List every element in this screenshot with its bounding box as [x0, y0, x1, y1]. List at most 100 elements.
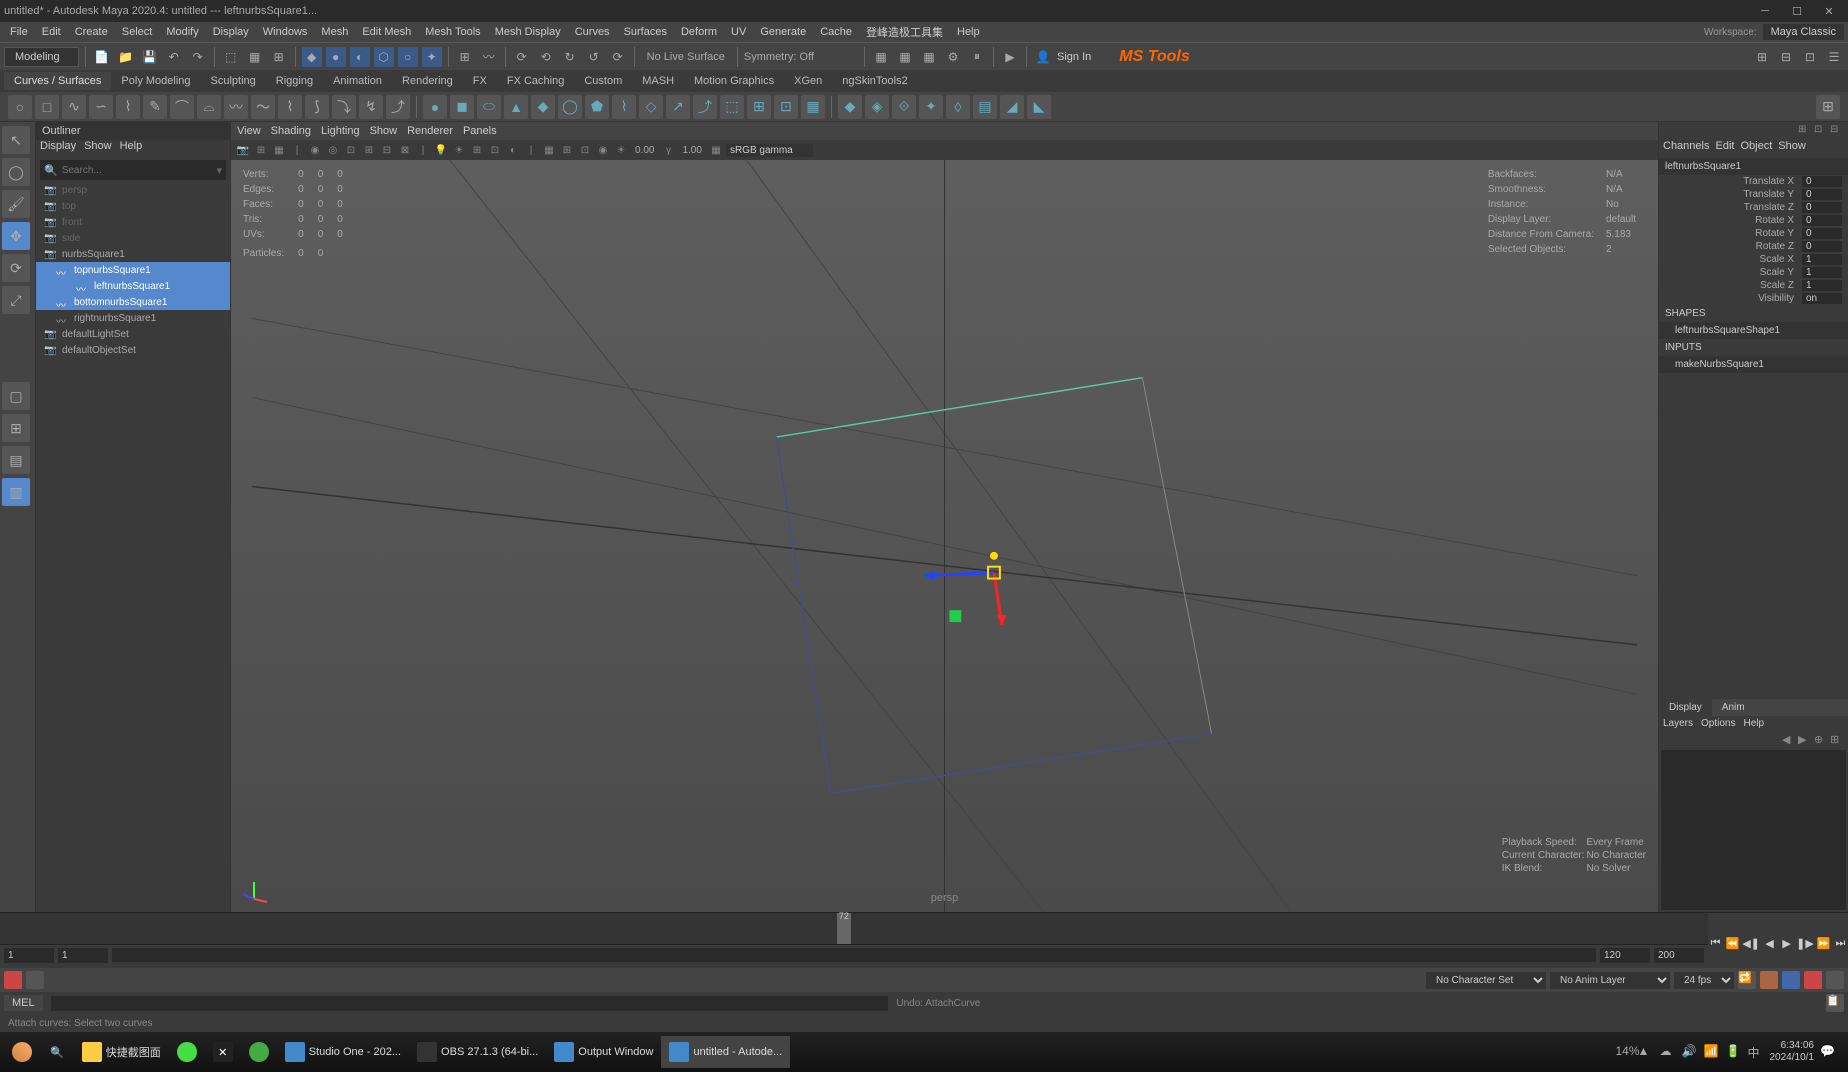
shelf-tab[interactable]: FX	[463, 72, 497, 90]
attribute-label[interactable]: Rotate Z	[1665, 241, 1802, 252]
menu-file[interactable]: File	[4, 24, 34, 40]
attribute-label[interactable]: Scale Y	[1665, 267, 1802, 278]
attribute-value[interactable]: 0	[1802, 228, 1842, 239]
attribute-value[interactable]: on	[1802, 293, 1842, 304]
range-end-input[interactable]	[1600, 948, 1650, 963]
layout-outliner-icon[interactable]: ▥	[2, 478, 30, 506]
vp-tool-icon[interactable]: ⊟	[379, 142, 395, 158]
symmetry-toggle[interactable]: Symmetry: Off	[744, 51, 814, 63]
vp-tool-icon[interactable]: ▦	[541, 142, 557, 158]
vp-tool-icon[interactable]: ⊞	[361, 142, 377, 158]
vp-tool-icon[interactable]: ⊞	[469, 142, 485, 158]
attribute-value[interactable]: 0	[1802, 176, 1842, 187]
vp-tool-icon[interactable]: |	[289, 142, 305, 158]
layer-list[interactable]	[1661, 750, 1846, 910]
menu-windows[interactable]: Windows	[257, 24, 314, 40]
shelf-tab[interactable]: FX Caching	[497, 72, 574, 90]
surface-icon[interactable]: ▦	[801, 95, 825, 119]
sound-icon[interactable]	[1760, 971, 1778, 989]
taskbar-item[interactable]: 快捷截图面	[74, 1036, 169, 1068]
attribute-label[interactable]: Rotate Y	[1665, 228, 1802, 239]
clock[interactable]: 6:34:06 2024/10/1	[1770, 1040, 1815, 1064]
channel-menu-item[interactable]: Edit	[1715, 140, 1734, 158]
menu-surfaces[interactable]: Surfaces	[618, 24, 673, 40]
new-scene-icon[interactable]: 📄	[92, 47, 112, 67]
layer-menu-item[interactable]: Options	[1701, 718, 1735, 729]
layout-single-icon[interactable]: ▢	[2, 382, 30, 410]
render-icon[interactable]: ▦	[871, 47, 891, 67]
vp-tool-icon[interactable]: ▦	[271, 142, 287, 158]
go-end-icon[interactable]: ⏭	[1833, 935, 1848, 953]
signin-button[interactable]: Sign In	[1057, 51, 1091, 63]
range-start-input[interactable]	[58, 948, 108, 963]
mask-icon[interactable]: ✦	[422, 47, 442, 67]
tray-icon[interactable]: 📶	[1704, 1044, 1720, 1060]
shelf-tab[interactable]: XGen	[784, 72, 832, 90]
vp-camera-icon[interactable]: 📷	[235, 142, 251, 158]
menu-help[interactable]: Help	[951, 24, 986, 40]
workspace-selector[interactable]: Maya Classic	[1763, 24, 1844, 40]
shelf-tab[interactable]: Animation	[323, 72, 392, 90]
outliner-item[interactable]: 📷defaultLightSet	[36, 326, 230, 342]
outliner-item[interactable]: 📷front	[36, 214, 230, 230]
attribute-value[interactable]: 1	[1802, 254, 1842, 265]
outliner-menu-item[interactable]: Display	[40, 140, 76, 158]
shelf-tab[interactable]: MASH	[632, 72, 684, 90]
character-set-selector[interactable]: No Character Set	[1426, 972, 1546, 989]
surface-icon[interactable]: ⌇	[612, 95, 636, 119]
vp-tool-icon[interactable]: ☀	[613, 142, 629, 158]
layer-icon[interactable]: ⊕	[1814, 733, 1828, 746]
key-icon[interactable]	[4, 971, 22, 989]
vp-tool-icon[interactable]: γ	[660, 142, 676, 158]
move-tool-icon[interactable]: ✥	[2, 222, 30, 250]
menu-uv[interactable]: UV	[725, 24, 752, 40]
vp-tool-icon[interactable]: ⊞	[559, 142, 575, 158]
vp-tool-icon[interactable]: ◎	[325, 142, 341, 158]
scale-tool-icon[interactable]: ⤢	[2, 286, 30, 314]
range-slider[interactable]	[112, 948, 1596, 962]
layer-icon[interactable]: ▶	[1798, 733, 1812, 746]
surface-icon[interactable]: ⊞	[747, 95, 771, 119]
menu-select[interactable]: Select	[116, 24, 159, 40]
pref-icon[interactable]	[1826, 971, 1844, 989]
layer-menu-item[interactable]: Help	[1743, 718, 1764, 729]
redo-icon[interactable]: ↷	[188, 47, 208, 67]
render-icon[interactable]: ▦	[895, 47, 915, 67]
viewport-menu-item[interactable]: Shading	[271, 125, 311, 137]
step-forward-icon[interactable]: ⏩	[1816, 935, 1831, 953]
menu-modify[interactable]: Modify	[160, 24, 204, 40]
taskbar-item[interactable]	[241, 1036, 277, 1068]
menu-edit-mesh[interactable]: Edit Mesh	[356, 24, 417, 40]
vp-tool-icon[interactable]: ◉	[307, 142, 323, 158]
layer-icon[interactable]: ◀	[1782, 733, 1796, 746]
tray-icon[interactable]: ☁	[1660, 1044, 1676, 1060]
history-icon[interactable]: ⟳	[512, 47, 532, 67]
history-icon[interactable]: ↺	[584, 47, 604, 67]
layout-icon[interactable]: ⊡	[1800, 47, 1820, 67]
loop-icon[interactable]: 🔁	[1738, 971, 1756, 989]
exposure-value[interactable]: 0.00	[631, 145, 658, 156]
script-editor-icon[interactable]: 📋	[1826, 994, 1844, 1012]
menu-mesh-tools[interactable]: Mesh Tools	[419, 24, 486, 40]
menu-deform[interactable]: Deform	[675, 24, 723, 40]
curve-tool-icon[interactable]: ↯	[359, 95, 383, 119]
layout-four-icon[interactable]: ⊞	[2, 414, 30, 442]
channel-icon[interactable]: ⊞	[1798, 124, 1812, 138]
tab-display[interactable]: Display	[1659, 699, 1712, 716]
taskbar-item[interactable]: OBS 27.1.3 (64-bi...	[409, 1036, 546, 1068]
vp-tool-icon[interactable]: ⊡	[577, 142, 593, 158]
cube-icon[interactable]: ◼	[450, 95, 474, 119]
select-component-icon[interactable]: ⊞	[269, 47, 289, 67]
cone-icon[interactable]: ▲	[504, 95, 528, 119]
channel-icon[interactable]: ⊟	[1830, 124, 1844, 138]
viewport-menu-item[interactable]: Renderer	[407, 125, 453, 137]
outliner-search-input[interactable]	[62, 165, 217, 176]
layout-custom-icon[interactable]: ▤	[2, 446, 30, 474]
end-frame-input[interactable]	[1654, 948, 1704, 963]
surface-icon[interactable]: ⟐	[892, 95, 916, 119]
taskbar-item[interactable]	[169, 1036, 205, 1068]
shelf-tab[interactable]: Sculpting	[201, 72, 266, 90]
prism-icon[interactable]: ⬟	[585, 95, 609, 119]
tab-anim[interactable]: Anim	[1712, 699, 1755, 716]
shelf-tab[interactable]: Rigging	[266, 72, 323, 90]
